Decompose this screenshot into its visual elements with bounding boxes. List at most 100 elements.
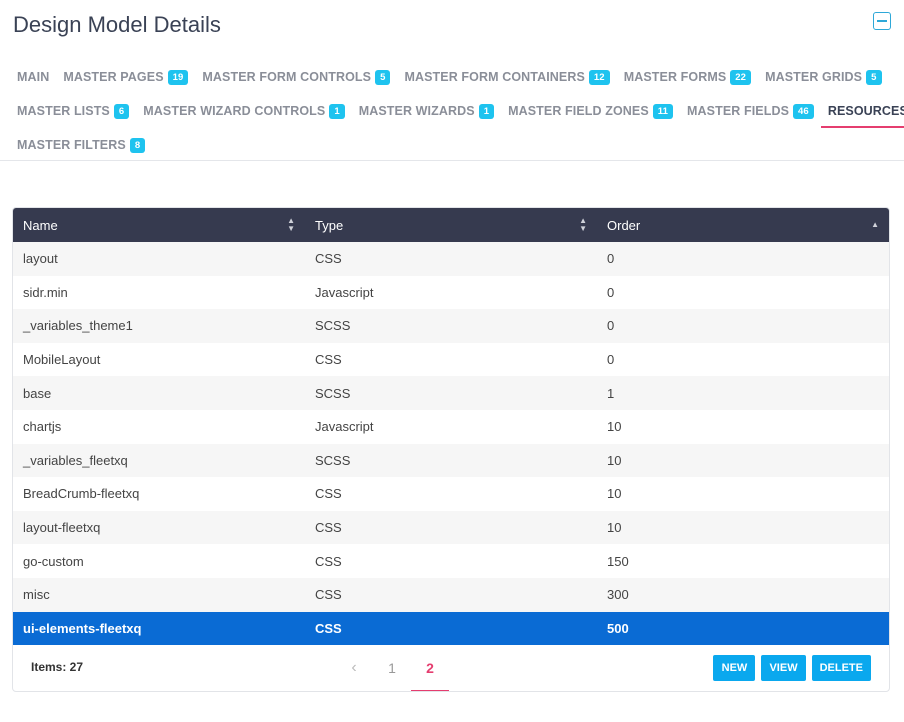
table-row[interactable]: _variables_theme1 SCSS 0 (13, 309, 889, 343)
tab-label: MASTER FORMS (623, 70, 727, 84)
name-cell: BreadCrumb-fleetxq (23, 486, 140, 502)
type-cell: CSS (315, 520, 342, 536)
name-cell: _variables_theme1 (23, 318, 133, 334)
name-cell: chartjs (23, 419, 62, 435)
column-header-label: Order (607, 217, 641, 233)
view-button[interactable]: VIEW (761, 655, 806, 681)
count-badge: 19 (167, 69, 189, 85)
table-row[interactable]: layout-fleetxq CSS 10 (13, 510, 889, 545)
table-row[interactable]: misc CSS 300 (13, 577, 889, 612)
count-badge: 5 (375, 69, 391, 85)
tab-master-fields[interactable]: MASTER FIELDS 46 (680, 94, 821, 128)
count-badge: 1 (478, 103, 495, 119)
resources-grid: Name ▲ ▼ Type ▲ ▼ Order ▲ layout CSS 0 sidr.min J… (12, 207, 890, 692)
tab-row: MASTER LISTS 6 MASTER WIZARD CONTROLS 1 MAST… (10, 94, 904, 128)
order-cell: 10 (607, 486, 622, 502)
table-header-row: Name ▲ ▼ Type ▲ ▼ Order ▲ (13, 208, 889, 242)
resources-table: Name ▲ ▼ Type ▲ ▼ Order ▲ layout CSS 0 sidr.min J… (13, 208, 889, 646)
page-title: Design Model Details (13, 12, 221, 37)
type-cell: Javascript (315, 419, 374, 435)
tab-label: MASTER WIZARDS (358, 104, 475, 118)
order-cell: 0 (607, 352, 615, 368)
table-row[interactable]: _variables_fleetxq SCSS 10 (13, 443, 889, 478)
count-badge: 12 (588, 69, 610, 85)
order-cell: 1 (607, 385, 615, 401)
name-cell: MobileLayout (23, 352, 101, 368)
tab-label: MASTER WIZARD CONTROLS (143, 104, 326, 118)
delete-button[interactable]: DELETE (811, 655, 871, 681)
tab-row: MASTER FILTERS 8 (10, 128, 890, 162)
tab-master-field-zones[interactable]: MASTER FIELD ZONES 11 (501, 94, 680, 128)
table-row[interactable]: go-custom CSS 150 (13, 544, 889, 578)
table-row[interactable]: sidr.min Javascript 0 (13, 275, 889, 310)
order-cell: 0 (607, 318, 615, 334)
table-row[interactable]: BreadCrumb-fleetxq CSS 10 (13, 477, 889, 511)
table-row[interactable]: ui-elements-fleetxq CSS 500 (13, 611, 889, 646)
type-cell: CSS (315, 486, 342, 502)
type-cell: SCSS (315, 385, 351, 401)
grid-footer: Items: 27 ‹ 1 2 NEW VIEW DELETE (13, 645, 889, 691)
count-badge: 11 (652, 103, 674, 119)
tab-main[interactable]: MAIN (10, 60, 56, 94)
count-badge: 6 (113, 103, 130, 119)
name-cell: _variables_fleetxq (23, 452, 128, 468)
type-cell: Javascript (315, 284, 374, 300)
tab-label: MASTER FORM CONTROLS (202, 70, 372, 84)
page-1[interactable]: 1 (373, 645, 411, 691)
tab-label: MAIN (17, 70, 50, 84)
table-row[interactable]: layout CSS 0 (13, 242, 889, 276)
table-row[interactable]: chartjs Javascript 10 (13, 409, 889, 444)
tab-label: MASTER FORM CONTAINERS (404, 70, 585, 84)
table-row[interactable]: MobileLayout CSS 0 (13, 342, 889, 377)
tab-bar: MAIN MASTER PAGES 19 MASTER FORM CONTROLS 5 M… (10, 60, 904, 162)
name-cell: layout-fleetxq (23, 520, 101, 536)
sort-both-icon[interactable]: ▲ ▼ (579, 217, 587, 233)
type-cell: CSS (315, 251, 342, 267)
tab-label: MASTER FILTERS (17, 138, 126, 152)
tab-label: MASTER LISTS (17, 104, 110, 118)
order-cell: 0 (607, 284, 615, 300)
name-cell: ui-elements-fleetxq (23, 620, 142, 636)
tab-master-pages[interactable]: MASTER PAGES 19 (56, 60, 195, 94)
table-row[interactable]: base SCSS 1 (13, 376, 889, 410)
tab-resources[interactable]: RESOURCES27 (820, 94, 904, 128)
tab-label: MASTER PAGES (63, 70, 164, 84)
grid-actions: NEW VIEW DELETE (713, 655, 871, 681)
count-badge: 1 (329, 103, 345, 119)
type-cell: CSS (315, 352, 342, 368)
name-cell: base (23, 385, 52, 401)
pagination: ‹ 1 2 (335, 645, 449, 691)
type-cell: SCSS (315, 318, 351, 334)
tab-master-grids[interactable]: MASTER GRIDS 5 (758, 60, 888, 94)
new-button[interactable]: NEW (713, 655, 756, 681)
tab-master-form-containers[interactable]: MASTER FORM CONTAINERS 12 (397, 60, 616, 94)
name-cell: misc (23, 587, 50, 603)
sort-asc-icon[interactable]: ▲ (871, 221, 879, 229)
sort-both-icon[interactable]: ▲ ▼ (287, 217, 295, 233)
column-header-label: Name (23, 217, 58, 233)
collapse-icon[interactable] (873, 12, 891, 30)
order-cell: 500 (607, 620, 629, 636)
tab-master-forms[interactable]: MASTER FORMS 22 (617, 60, 758, 94)
column-header-type[interactable]: Type ▲ ▼ (305, 208, 597, 242)
name-cell: layout (23, 251, 58, 267)
column-header-name[interactable]: Name ▲ ▼ (13, 208, 305, 242)
tab-master-filters[interactable]: MASTER FILTERS 8 (10, 128, 152, 162)
name-cell: sidr.min (23, 284, 68, 300)
tab-label: MASTER FIELD ZONES (508, 104, 649, 118)
tab-label: MASTER FIELDS (687, 104, 790, 118)
type-cell: CSS (315, 620, 342, 636)
page-2[interactable]: 2 (411, 645, 449, 691)
column-header-order[interactable]: Order ▲ (597, 208, 889, 242)
order-cell: 10 (607, 419, 622, 435)
name-cell: go-custom (23, 553, 84, 569)
table-body: layout CSS 0 sidr.min Javascript 0 _variables_… (13, 242, 889, 646)
order-cell: 0 (607, 251, 615, 267)
prev-page-icon[interactable]: ‹ (335, 645, 373, 691)
tab-master-wizard-controls[interactable]: MASTER WIZARD CONTROLS 1 (136, 94, 351, 128)
tab-master-form-controls[interactable]: MASTER FORM CONTROLS 5 (195, 60, 397, 94)
items-count: Items: 27 (31, 660, 84, 674)
type-cell: SCSS (315, 452, 351, 468)
tab-master-wizards[interactable]: MASTER WIZARDS 1 (352, 94, 501, 128)
tab-master-lists[interactable]: MASTER LISTS 6 (10, 94, 136, 128)
